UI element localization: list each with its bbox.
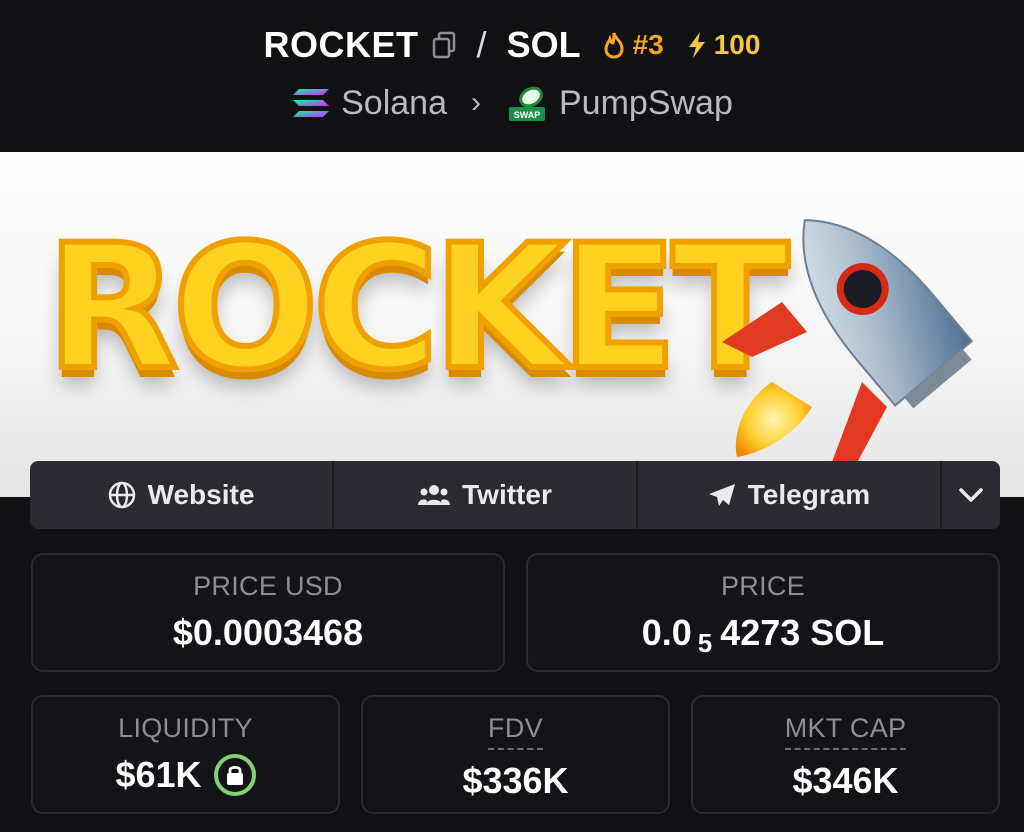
quote-token-symbol: SOL xyxy=(506,24,581,65)
copy-icon[interactable] xyxy=(431,31,457,59)
dex-badge-text: SWAP xyxy=(514,110,541,120)
price-sol-label: PRICE xyxy=(720,571,806,601)
market-cap-label[interactable]: MKT CAP xyxy=(784,713,907,750)
twitter-link-button[interactable]: Twitter xyxy=(334,461,638,529)
price-sol-zero-count: 5 xyxy=(697,627,713,658)
price-sol-suffix: 4273 SOL xyxy=(720,612,885,653)
pair-separator: / xyxy=(476,24,487,65)
telegram-link-button[interactable]: Telegram xyxy=(638,461,942,529)
market-cap-card: MKT CAP $346K xyxy=(691,695,1000,814)
boost-count: 100 xyxy=(713,29,761,60)
fdv-label[interactable]: FDV xyxy=(488,713,543,750)
lightning-icon xyxy=(688,32,705,58)
telegram-label: Telegram xyxy=(747,479,871,510)
globe-icon xyxy=(108,481,135,509)
price-usd-card: PRICE USD $0.0003468 xyxy=(31,553,505,672)
price-usd-value: $0.0003468 xyxy=(172,612,364,653)
fdv-value: $336K xyxy=(462,760,569,801)
paper-plane-icon xyxy=(708,484,735,506)
more-links-button[interactable] xyxy=(942,461,1000,529)
price-sol-prefix: 0.0 xyxy=(641,612,692,653)
solana-icon xyxy=(293,89,330,117)
pumpswap-icon: SWAP xyxy=(509,86,545,121)
twitter-label: Twitter xyxy=(462,479,552,510)
trending-rank-badge[interactable]: #3 xyxy=(601,29,664,61)
website-label: Website xyxy=(147,479,255,510)
price-sol-value: 0.0 5 4273 SOL xyxy=(641,612,885,658)
pair-title-row: ROCKET / SOL #3 100 xyxy=(0,22,1024,68)
liquidity-value: $61K xyxy=(115,754,202,795)
liquidity-value-row: $61K xyxy=(115,754,256,796)
fdv-card: FDV $336K xyxy=(361,695,670,814)
trending-rank: #3 xyxy=(632,29,664,60)
breadcrumb-chevron-icon: › xyxy=(471,86,481,119)
boost-badge[interactable]: 100 xyxy=(686,29,761,61)
rocket-illustration xyxy=(722,219,974,472)
liquidity-lock-badge[interactable] xyxy=(213,754,256,796)
price-sol-card: PRICE 0.0 5 4273 SOL xyxy=(526,553,1000,672)
banner-title: ROCKET xyxy=(43,207,792,408)
chain-dex-breadcrumb: Solana › SWAP PumpSwap xyxy=(0,80,1024,126)
liquidity-card: LIQUIDITY $61K xyxy=(31,695,340,814)
lock-icon xyxy=(226,765,243,785)
website-link-button[interactable]: Website xyxy=(30,461,334,529)
flame-icon xyxy=(604,32,624,59)
market-cap-value: $346K xyxy=(792,760,899,801)
base-token-symbol: ROCKET xyxy=(263,24,419,65)
chain-name[interactable]: Solana xyxy=(341,84,447,123)
social-links-bar: Website Twitter Telegram xyxy=(30,461,1000,529)
token-banner-image: ROCKET xyxy=(0,152,1024,497)
dex-name[interactable]: PumpSwap xyxy=(559,84,733,123)
price-usd-label: PRICE USD xyxy=(193,571,343,601)
chevron-down-icon xyxy=(959,488,983,502)
users-icon xyxy=(418,485,451,505)
liquidity-label: LIQUIDITY xyxy=(118,713,253,743)
pair-header: ROCKET / SOL #3 100 Solana › SWAP PumpSw… xyxy=(0,0,1024,152)
